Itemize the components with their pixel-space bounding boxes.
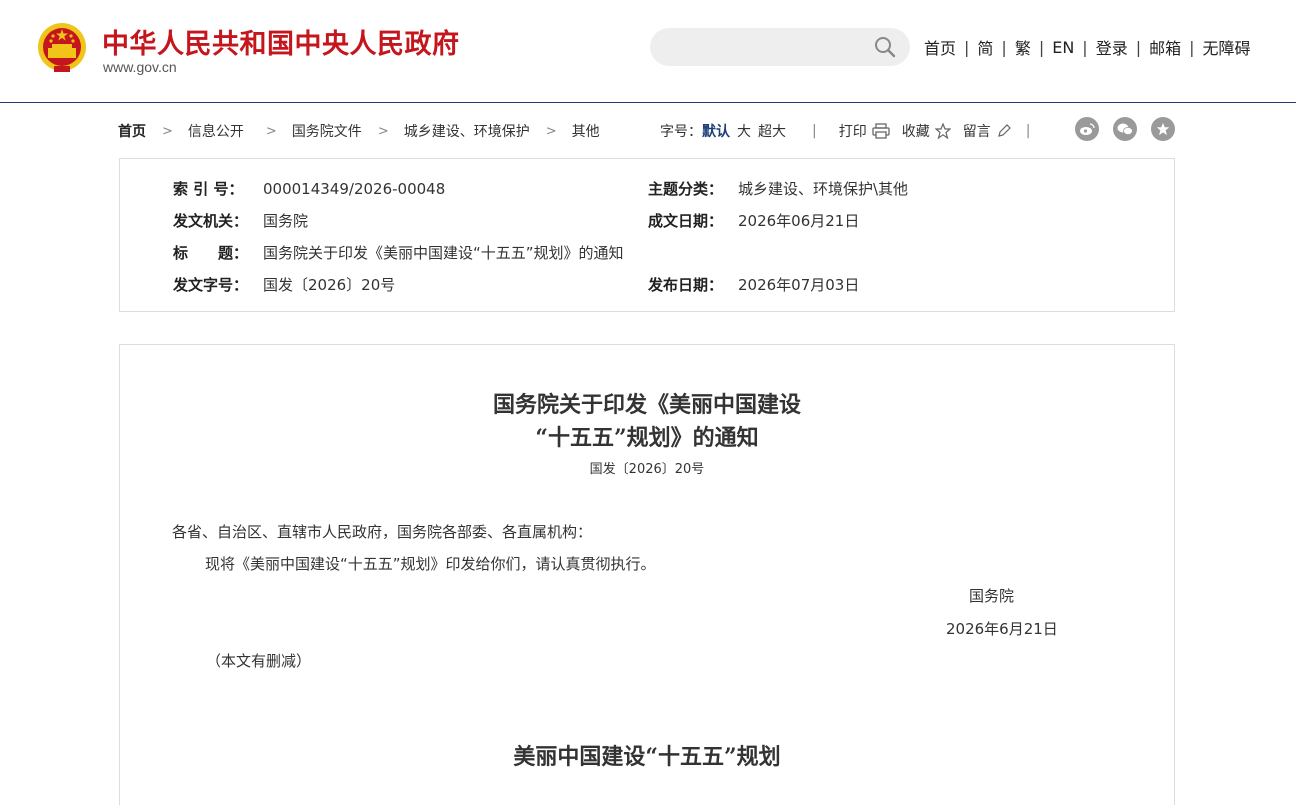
site-url[interactable]: www.gov.cn xyxy=(103,59,177,75)
article-body: 国务院关于印发《美丽中国建设 “十五五”规划》的通知 国发〔2026〕20号 各… xyxy=(119,344,1175,805)
top-nav: 首页 | 简 | 繁 | EN | 登录 | 邮箱 | 无障碍 xyxy=(916,35,1259,59)
nav-home[interactable]: 首页 xyxy=(916,35,964,59)
breadcrumb-other[interactable]: 其他 xyxy=(572,121,600,141)
share-buttons xyxy=(1075,117,1189,141)
search-input[interactable] xyxy=(666,37,860,59)
info-label: 标 题： xyxy=(173,244,249,262)
breadcrumb: 首页 > 信息公开 > 国务院文件 > 城乡建设、环境保护 > 其他 xyxy=(118,121,600,141)
star-icon[interactable] xyxy=(1151,117,1175,141)
chevron-right-icon: > xyxy=(377,123,389,139)
tools-divider: | xyxy=(1025,123,1031,139)
chevron-right-icon: > xyxy=(545,123,557,139)
site-title[interactable]: 中华人民共和国中央人民政府 xyxy=(102,22,460,61)
document-info-box: 索 引 号： 000014349/2026-00048 主题分类： 城乡建设、环境保… xyxy=(119,158,1175,312)
info-publish-row: 发布日期： 2026年07月03日 xyxy=(648,274,859,295)
info-label: 主题分类： xyxy=(648,180,724,198)
info-doc-no-row: 发文字号： 国发〔2026〕20号 xyxy=(173,274,395,295)
info-label: 发布日期： xyxy=(648,276,724,294)
nav-simplified[interactable]: 简 xyxy=(969,35,1001,59)
comment-label: 留言 xyxy=(962,124,991,140)
article-sign-date: 2026年6月21日 xyxy=(946,620,1058,638)
favorite-label: 收藏 xyxy=(901,124,930,140)
pencil-icon xyxy=(997,124,1011,137)
article-paragraph: 现将《美丽中国建设“十五五”规划》印发给你们，请认真贯彻执行。 xyxy=(205,555,656,573)
comment-button[interactable]: 留言 xyxy=(963,121,1012,141)
article-salutation: 各省、自治区、直辖市人民政府，国务院各部委、各直属机构： xyxy=(172,523,593,541)
chevron-right-icon: > xyxy=(162,123,173,139)
info-title-value: 国务院关于印发《美丽中国建设“十五五”规划》的通知 xyxy=(263,244,624,262)
print-label: 打印 xyxy=(838,124,867,140)
info-title-row: 标 题： 国务院关于印发《美丽中国建设“十五五”规划》的通知 xyxy=(173,242,624,263)
info-issuer-row: 发文机关： 国务院 xyxy=(173,210,308,231)
info-category-row: 主题分类： 城乡建设、环境保护\其他 xyxy=(648,178,908,199)
info-label: 成文日期： xyxy=(648,212,724,230)
nav-login[interactable]: 登录 xyxy=(1088,35,1136,59)
info-label: 索 引 号： xyxy=(173,180,244,198)
font-size-xlarge[interactable]: 超大 xyxy=(758,121,786,141)
article-note: （本文有删减） xyxy=(206,652,312,670)
breadcrumb-state-council-docs[interactable]: 国务院文件 xyxy=(292,121,362,141)
breadcrumb-info-public[interactable]: 信息公开 xyxy=(188,121,244,141)
nav-accessibility[interactable]: 无障碍 xyxy=(1195,35,1259,59)
chevron-right-icon: > xyxy=(265,123,277,139)
site-header: 中华人民共和国中央人民政府 www.gov.cn 首页 | 简 | 繁 | EN… xyxy=(0,0,1296,103)
crumb-bar: 首页 > 信息公开 > 国务院文件 > 城乡建设、环境保护 > 其他 字号： 默… xyxy=(118,117,1176,143)
info-publish-value: 2026年07月03日 xyxy=(738,276,860,294)
wechat-icon[interactable] xyxy=(1113,117,1137,141)
article-subtitle: 美丽中国建设“十五五”规划 xyxy=(513,744,781,770)
info-date-written-row: 成文日期： 2026年06月21日 xyxy=(648,210,859,231)
info-category-value: 城乡建设、环境保护\其他 xyxy=(738,180,909,198)
article-tools: 字号： 默认 大 超大 | 打印 收藏 留言 | xyxy=(660,121,1030,141)
font-size-default[interactable]: 默认 xyxy=(702,121,730,141)
breadcrumb-urban-env[interactable]: 城乡建设、环境保护 xyxy=(404,121,530,141)
info-index-row: 索 引 号： 000014349/2026-00048 xyxy=(173,178,445,199)
info-label: 发文机关： xyxy=(173,212,249,230)
weibo-icon[interactable] xyxy=(1075,117,1099,141)
favorite-button[interactable]: 收藏 xyxy=(902,121,951,141)
tools-divider: | xyxy=(812,123,817,139)
star-outline-icon xyxy=(934,123,951,139)
printer-icon xyxy=(872,123,890,139)
article-signature: 国务院 xyxy=(969,587,1015,605)
search-box xyxy=(650,28,910,66)
article-title-line-1: 国务院关于印发《美丽中国建设 xyxy=(492,392,801,418)
info-date-written-value: 2026年06月21日 xyxy=(738,212,860,230)
article-title-line-2: “十五五”规划》的通知 xyxy=(535,425,759,451)
info-label: 发文字号： xyxy=(173,276,249,294)
breadcrumb-home[interactable]: 首页 xyxy=(118,121,146,141)
print-button[interactable]: 打印 xyxy=(839,121,890,141)
font-size-label: 字号： xyxy=(660,124,702,140)
info-issuer-value: 国务院 xyxy=(263,212,309,230)
nav-traditional[interactable]: 繁 xyxy=(1007,35,1039,59)
national-emblem-icon[interactable] xyxy=(36,20,88,76)
article-doc-number: 国发〔2026〕20号 xyxy=(589,462,705,477)
info-doc-no-value: 国发〔2026〕20号 xyxy=(263,276,396,294)
nav-english[interactable]: EN xyxy=(1044,38,1082,57)
font-size-large[interactable]: 大 xyxy=(737,121,751,141)
info-index-value: 000014349/2026-00048 xyxy=(263,180,446,198)
search-icon[interactable] xyxy=(874,36,896,58)
nav-mailbox[interactable]: 邮箱 xyxy=(1141,35,1189,59)
